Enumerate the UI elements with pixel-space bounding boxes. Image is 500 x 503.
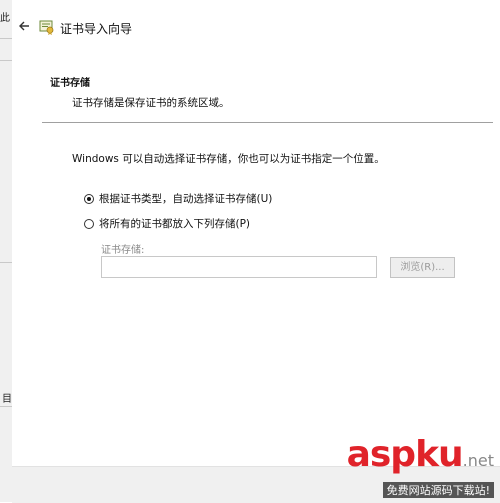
back-arrow-icon: [19, 21, 29, 31]
back-button[interactable]: [15, 16, 35, 36]
radio-button-checked[interactable]: [84, 193, 94, 204]
certificate-store-field[interactable]: [101, 256, 377, 278]
certificate-icon: [38, 18, 56, 36]
certificate-import-wizard: 证书导入向导 证书存储 证书存储是保存证书的系统区域。 Windows 可以自动…: [12, 0, 500, 503]
parent-window-divider: [0, 38, 12, 39]
section-title: 证书存储: [50, 78, 90, 89]
place-in-store-label: 将所有的证书都放入下列存储(P): [99, 218, 251, 230]
parent-window-divider: [0, 262, 12, 263]
wizard-title: 证书导入向导: [60, 22, 133, 36]
section-description: 证书存储是保存证书的系统区域。: [72, 97, 230, 109]
certificate-store-label: 证书存储:: [101, 245, 145, 256]
wizard-footer: [12, 466, 500, 503]
parent-window-divider: [0, 60, 12, 61]
radio-button-unchecked[interactable]: [84, 218, 94, 229]
browse-button[interactable]: 浏览(R)...: [390, 257, 455, 278]
header-separator: [42, 122, 493, 123]
parent-window-text-fragment: 目: [2, 394, 12, 405]
auto-select-store-label: 根据证书类型，自动选择证书存储(U): [99, 193, 273, 205]
intro-text: Windows 可以自动选择证书存储，你也可以为证书指定一个位置。: [72, 153, 385, 165]
place-in-store-option[interactable]: 将所有的证书都放入下列存储(P): [84, 216, 250, 231]
parent-window-divider: [0, 406, 12, 407]
parent-window-text-fragment: 此: [0, 13, 10, 24]
auto-select-store-option[interactable]: 根据证书类型，自动选择证书存储(U): [84, 191, 272, 206]
wizard-titlebar: 证书导入向导: [12, 0, 500, 54]
